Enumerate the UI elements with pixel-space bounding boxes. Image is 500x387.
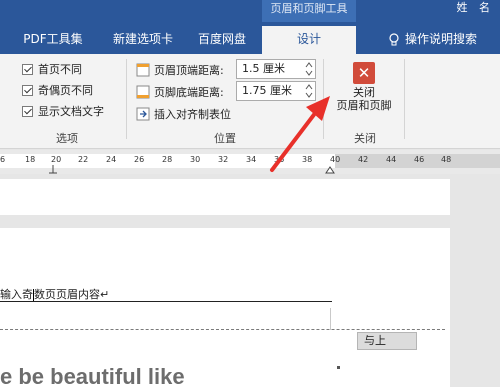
footer-position-icon [136,85,150,99]
page-previous [0,179,450,215]
same-as-previous-tag: 与上 [357,332,417,350]
tab-pdf-tools[interactable]: PDF工具集 [14,26,92,54]
header-text-part2: 数页页眉内容↵ [34,288,110,301]
header-top-label-text: 页眉顶端距离: [154,64,224,77]
title-and-tab-bar: 页眉和页脚工具 姓 名 PDF工具集 新建选项卡 百度网盘 设计 操作说明搜索 [0,0,500,54]
ruler-tick: 40 [330,155,341,164]
different-odd-even-checkbox[interactable]: 奇偶页不同 [22,81,93,99]
header-top-distance-input[interactable]: 1.5 厘米 [236,59,316,79]
tab-design[interactable]: 设计 [262,26,356,54]
ruler-tick: 20 [51,155,62,164]
header-position-icon [136,63,150,77]
show-document-text-checkbox[interactable]: 显示文档文字 [22,102,104,120]
ruler-tick: 36 [274,155,285,164]
ruler-tick: 28 [162,155,173,164]
tab-baidu-netdisk[interactable]: 百度网盘 [188,26,256,54]
ruler-tick: 26 [134,155,145,164]
header-text-part1: 输入奇 [0,288,33,301]
user-name[interactable]: 姓 名 [457,0,495,16]
document-canvas[interactable]: 输入奇数页页眉内容↵ 与上 e be beautiful like [0,174,500,387]
contextual-tab-title: 页眉和页脚工具 [262,0,356,22]
checkbox-label: 首页不同 [38,63,82,76]
checkbox-checked[interactable] [22,63,33,75]
group-divider [126,59,127,139]
ruler-tick: 32 [218,155,229,164]
footer-bottom-value: 1.75 厘米 [242,84,292,97]
header-top-value: 1.5 厘米 [242,62,285,75]
footer-bottom-distance-input[interactable]: 1.75 厘米 [236,81,316,101]
margin-guide [330,308,331,330]
ruler-tick: 18 [25,155,36,164]
tab-new[interactable]: 新建选项卡 [100,26,186,54]
right-indent-marker-icon[interactable] [325,164,335,174]
checkbox-checked[interactable] [22,84,33,96]
ruler-tick: 44 [386,155,397,164]
insert-alignment-tab-button[interactable]: 插入对齐制表位 [136,104,231,124]
close-header-footer-button[interactable]: ✕ 关闭 页眉和页脚 [328,58,400,128]
ruler-tick: 34 [246,155,257,164]
footer-bottom-distance-label: 页脚底端距离: [136,82,224,102]
group-divider [323,59,324,139]
ruler-tick: 48 [441,155,452,164]
tell-me-label: 操作说明搜索 [404,32,477,46]
group-divider [404,59,405,139]
ribbon-tabs: PDF工具集 新建选项卡 百度网盘 设计 操作说明搜索 [0,26,500,54]
tell-me-search[interactable]: 操作说明搜索 [366,26,500,54]
close-button-line2: 页眉和页脚 [336,99,392,112]
ruler-tick: 6 [0,155,6,164]
different-first-page-checkbox[interactable]: 首页不同 [22,60,82,78]
insert-tab-label: 插入对齐制表位 [154,108,231,121]
lightbulb-icon [389,33,399,46]
alignment-tab-icon [136,107,150,121]
ribbon: 首页不同 奇偶页不同 显示文档文字 选项 页眉顶端距离: 1.5 厘米 页脚底端… [0,54,500,149]
ruler-tick: 22 [78,155,89,164]
ruler-tick: 42 [358,155,369,164]
stray-mark [337,366,340,369]
body-text: e be beautiful like [0,364,185,387]
options-group-label: 选项 [56,132,78,145]
close-group-label: 关闭 [354,132,376,145]
indent-marker-icon[interactable] [48,164,58,174]
footer-bottom-label-text: 页脚底端距离: [154,86,224,99]
checkbox-checked[interactable] [22,105,33,117]
header-text[interactable]: 输入奇数页页眉内容↵ [0,286,109,302]
checkbox-label: 奇偶页不同 [38,84,93,97]
ruler-tick: 38 [302,155,313,164]
horizontal-ruler[interactable]: 6 18 20 22 24 26 28 30 32 34 36 38 40 42… [0,150,500,174]
checkbox-label: 显示文档文字 [38,105,104,118]
close-icon: ✕ [353,62,375,84]
header-boundary-line [0,329,445,330]
close-button-line1: 关闭 [353,86,375,99]
position-group-label: 位置 [214,132,236,145]
ruler-tick: 30 [190,155,201,164]
ruler-tick: 46 [414,155,425,164]
spinner-arrows-icon[interactable] [305,83,313,99]
ruler-tick: 24 [106,155,117,164]
spinner-arrows-icon[interactable] [305,61,313,77]
header-top-distance-label: 页眉顶端距离: [136,60,224,80]
header-underline [0,301,332,302]
